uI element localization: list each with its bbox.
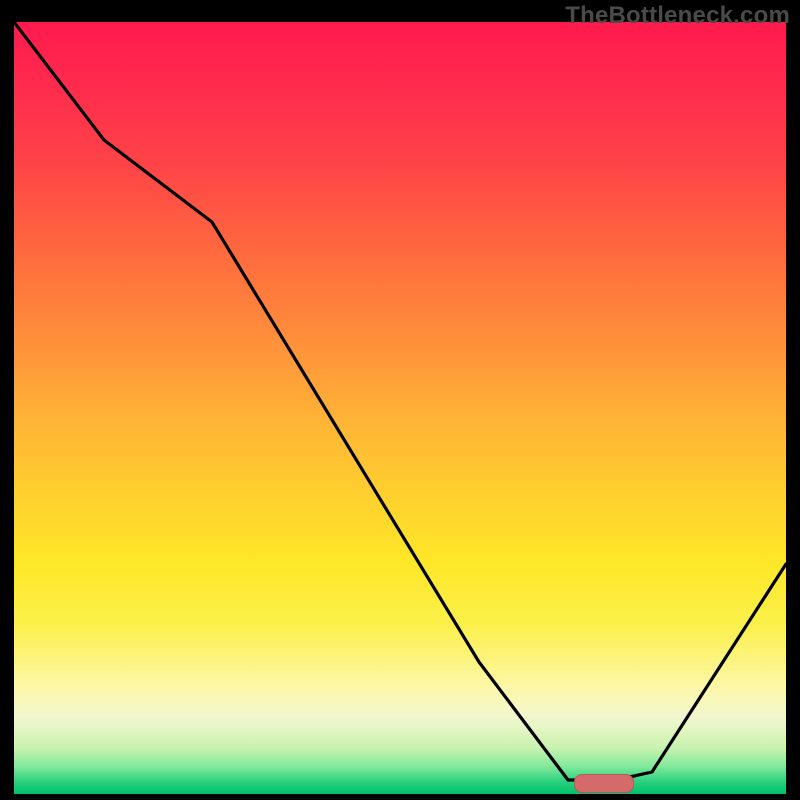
optimal-range-marker xyxy=(574,774,634,793)
bottleneck-curve xyxy=(14,22,786,794)
watermark-text: TheBottleneck.com xyxy=(565,2,790,30)
curve-path xyxy=(14,22,786,780)
